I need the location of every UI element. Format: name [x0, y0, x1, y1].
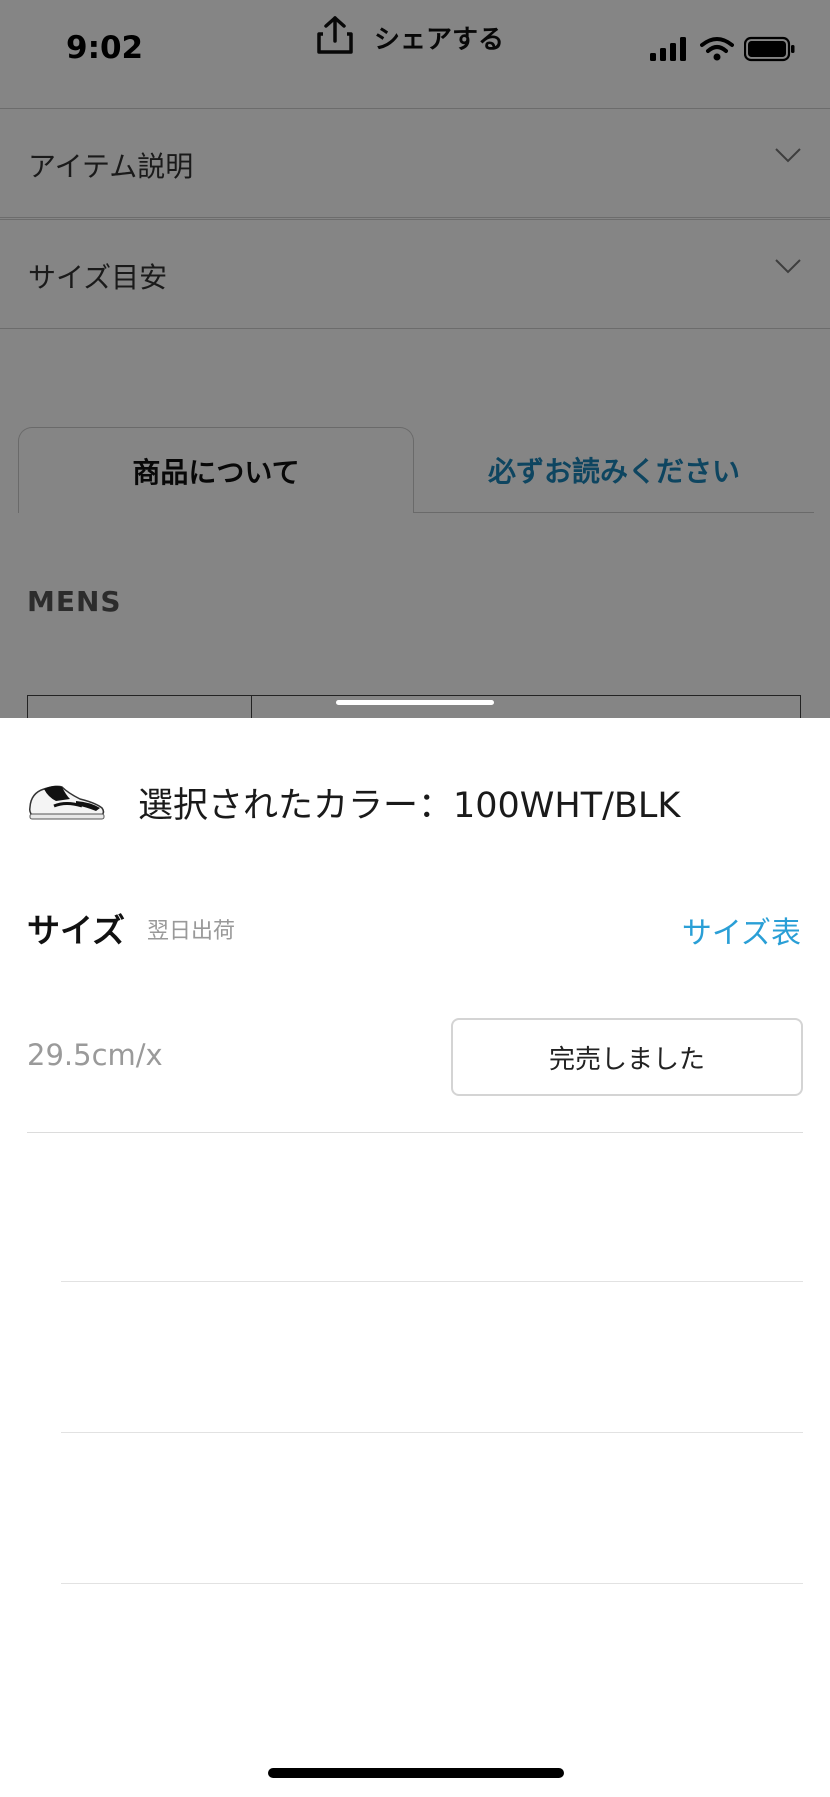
sold-out-button[interactable]: 完売しました [451, 1018, 803, 1096]
home-indicator[interactable] [268, 1768, 564, 1778]
size-chart-link[interactable]: サイズ表 [682, 908, 801, 952]
size-header: サイズ 翌日出荷 サイズ表 [0, 904, 830, 954]
selected-color-text: 選択されたカラー：100WHT/BLK [138, 786, 681, 826]
size-value: 29.5cm/x [27, 1038, 163, 1072]
list-divider [61, 1432, 803, 1433]
selected-color-row: 選択されたカラー：100WHT/BLK [0, 770, 830, 830]
size-selection-sheet: 選択されたカラー：100WHT/BLK サイズ 翌日出荷 サイズ表 29.5cm… [0, 718, 830, 1797]
size-title: サイズ [27, 911, 126, 950]
list-divider [61, 1281, 803, 1282]
modal-overlay[interactable] [0, 0, 830, 720]
shoe-thumbnail [26, 775, 108, 827]
list-divider [61, 1583, 803, 1584]
shipping-note: 翌日出荷 [147, 919, 236, 944]
sheet-drag-handle[interactable] [336, 700, 494, 705]
size-option-row: 29.5cm/x 完売しました [27, 1018, 803, 1133]
